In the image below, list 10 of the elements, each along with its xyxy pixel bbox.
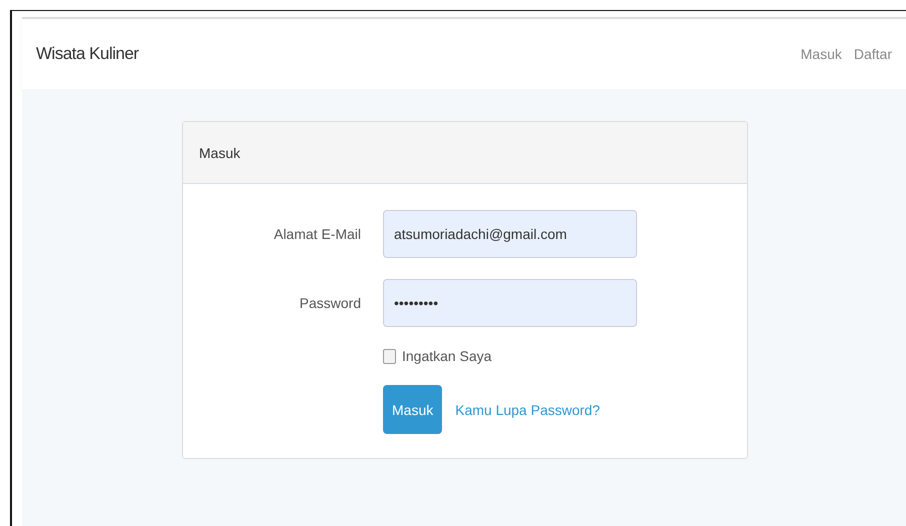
input-field[interactable]: atsumoriadachi@gmail.com bbox=[383, 210, 637, 258]
input-field[interactable]: ••••••••• bbox=[383, 279, 637, 327]
nav-link[interactable]: Daftar bbox=[854, 46, 892, 62]
card-title: Masuk bbox=[199, 144, 240, 160]
field-label: Password bbox=[298, 295, 361, 311]
checkbox-label[interactable]: Ingatkan Saya bbox=[402, 348, 492, 364]
checkbox[interactable] bbox=[383, 348, 396, 364]
field-label: Alamat E-Mail bbox=[272, 226, 361, 242]
brand-title[interactable]: Wisata Kuliner bbox=[36, 44, 139, 64]
nav-link[interactable]: Masuk bbox=[800, 46, 842, 62]
